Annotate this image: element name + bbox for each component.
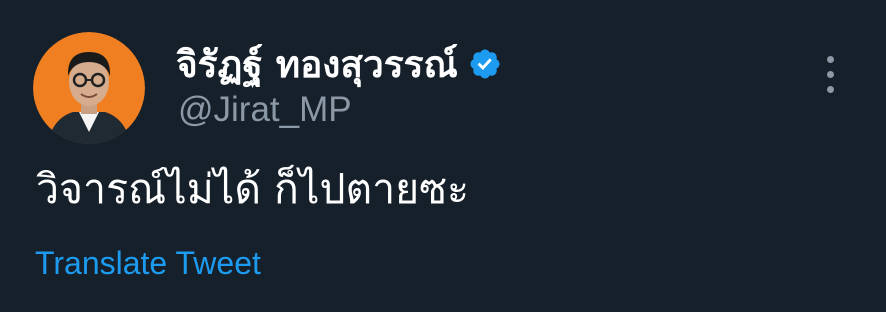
translate-tweet-link[interactable]: Translate Tweet <box>35 245 261 282</box>
avatar[interactable] <box>33 32 145 144</box>
more-options-icon[interactable] <box>818 56 842 100</box>
display-name[interactable]: จิรัฏฐ์ ทองสุวรรณ์ <box>176 35 458 94</box>
tweet-text: วิจารณ์ไม่ได้ ก็ไปตายซะ <box>36 165 470 213</box>
verified-badge-icon <box>468 47 502 81</box>
avatar-image <box>33 32 145 144</box>
tweet-card: จิรัฏฐ์ ทองสุวรรณ์ @Jirat_MP วิจารณ์ไม่ไ… <box>0 0 886 312</box>
author-name-row[interactable]: จิรัฏฐ์ ทองสุวรรณ์ <box>176 40 502 88</box>
author-handle[interactable]: @Jirat_MP <box>178 90 352 130</box>
